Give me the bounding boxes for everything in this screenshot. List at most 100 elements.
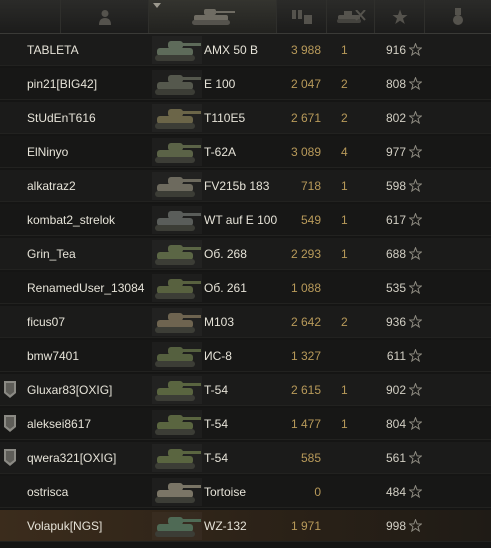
kills-value: 1 — [341, 43, 348, 57]
table-row[interactable]: alkatraz2 FV215b 183 718 1 598 — [0, 170, 491, 202]
player-name[interactable]: ostrisca — [27, 476, 68, 508]
table-row[interactable]: ElNinyo T-62A 3 089 4 977 — [0, 136, 491, 168]
vehicle-name: ИС-8 — [204, 349, 232, 363]
xp-value: 804 — [385, 417, 406, 431]
header-damage-column[interactable] — [276, 0, 326, 33]
vehicle-name: T-54 — [204, 417, 229, 431]
table-row[interactable]: ficus07 M103 2 642 2 936 — [0, 306, 491, 338]
player-name[interactable]: bmw7401 — [27, 340, 79, 372]
player-name[interactable]: Grin_Tea — [27, 238, 76, 270]
xp-value: 902 — [385, 383, 406, 397]
table-row[interactable]: Volapuk[NGS] WZ-132 1 971 998 — [0, 510, 491, 542]
damage-value: 2 293 — [290, 247, 321, 261]
damage-value: 0 — [314, 485, 321, 499]
star-icon — [409, 417, 422, 430]
player-name[interactable]: StUdEnT616 — [27, 102, 96, 134]
vehicle-icon — [155, 109, 201, 129]
damage-value: 2 047 — [290, 77, 321, 91]
player-name[interactable]: Gluxar83[OXIG] — [27, 374, 112, 406]
xp-value: 802 — [385, 111, 406, 125]
vehicle-name: T-62A — [204, 145, 237, 159]
kills-value: 2 — [341, 77, 348, 91]
damage-value: 3 988 — [290, 43, 321, 57]
table-row[interactable]: Grin_Tea Об. 268 2 293 1 688 — [0, 238, 491, 270]
star-icon — [409, 281, 422, 294]
header-vehicle-column[interactable] — [148, 0, 276, 33]
vehicle-icon — [155, 177, 201, 197]
header-player-column[interactable] — [60, 0, 148, 33]
header-xp-column[interactable] — [374, 0, 424, 33]
damage-icon — [291, 9, 312, 24]
player-name[interactable]: ficus07 — [27, 306, 65, 338]
xp-value: 611 — [386, 349, 406, 363]
star-icon — [409, 485, 422, 498]
star-icon — [409, 213, 422, 226]
xp-value: 916 — [385, 43, 406, 57]
vehicle-icon — [155, 483, 201, 503]
player-name[interactable]: kombat2_strelok — [27, 204, 115, 236]
header-medal-column[interactable] — [424, 0, 491, 33]
damage-value: 2 642 — [290, 315, 321, 329]
player-name[interactable]: aleksei8617 — [27, 408, 91, 440]
vehicle-name: WT auf E 100 — [204, 213, 278, 227]
xp-star-icon — [392, 9, 407, 24]
xp-value: 977 — [385, 145, 406, 159]
vehicle-name: FV215b 183 — [204, 179, 270, 193]
xp-value: 936 — [385, 315, 406, 329]
player-name[interactable]: alkatraz2 — [27, 170, 76, 202]
vehicle-name: AMX 50 B — [204, 43, 259, 57]
player-name[interactable]: ElNinyo — [27, 136, 68, 168]
damage-value: 1 327 — [290, 349, 321, 363]
table-row[interactable]: qwera321[OXIG] T-54 585 561 — [0, 442, 491, 474]
header-badge-column[interactable] — [0, 0, 60, 33]
vehicle-name: Об. 268 — [204, 247, 247, 261]
damage-value: 549 — [300, 213, 321, 227]
table-row[interactable]: aleksei8617 T-54 1 477 1 804 — [0, 408, 491, 440]
vehicle-icon — [155, 381, 201, 401]
table-row[interactable]: kombat2_strelok WT auf E 100 549 1 617 — [0, 204, 491, 236]
vehicle-name: M103 — [204, 315, 235, 329]
table-row[interactable]: TABLETA AMX 50 B 3 988 1 916 — [0, 34, 491, 66]
vehicle-icon — [155, 143, 201, 163]
star-icon — [409, 315, 422, 328]
table-row[interactable]: RenamedUser_13084 Об. 261 1 088 535 — [0, 272, 491, 304]
damage-value: 2 671 — [290, 111, 321, 125]
damage-value: 1 477 — [290, 417, 321, 431]
vehicle-name: Tortoise — [204, 485, 247, 499]
clan-badge-icon — [4, 449, 16, 466]
vehicle-name: T110E5 — [204, 111, 246, 125]
table-row[interactable]: Gluxar83[OXIG] T-54 2 615 1 902 — [0, 374, 491, 406]
star-icon — [409, 451, 422, 464]
table-row[interactable]: StUdEnT616 T110E5 2 671 2 802 — [0, 102, 491, 134]
vehicle-name: T-54 — [204, 383, 229, 397]
kills-value: 2 — [341, 111, 348, 125]
vehicle-icon — [155, 449, 201, 469]
kills-value: 1 — [341, 417, 348, 431]
player-name[interactable]: Volapuk[NGS] — [27, 510, 102, 542]
player-name[interactable]: pin21[BIG42] — [27, 68, 97, 100]
damage-value: 3 089 — [290, 145, 321, 159]
vehicle-icon — [155, 347, 201, 367]
vehicle-icon — [155, 279, 201, 299]
table-row[interactable]: bmw7401 ИС-8 1 327 611 — [0, 340, 491, 372]
xp-value: 688 — [385, 247, 406, 261]
kills-value: 1 — [341, 247, 348, 261]
player-name[interactable]: RenamedUser_13084 — [27, 272, 144, 304]
table-row[interactable]: pin21[BIG42] E 100 2 047 2 808 — [0, 68, 491, 100]
damage-value: 1 088 — [290, 281, 321, 295]
medal-icon — [453, 7, 463, 25]
star-icon — [409, 43, 422, 56]
vehicle-icon — [155, 41, 201, 61]
kills-icon — [336, 9, 366, 23]
star-icon — [409, 111, 422, 124]
player-name[interactable]: qwera321[OXIG] — [27, 442, 116, 474]
xp-value: 535 — [385, 281, 406, 295]
damage-value: 718 — [300, 179, 321, 193]
sort-chevron-icon — [153, 3, 161, 8]
player-name[interactable]: TABLETA — [27, 34, 79, 66]
star-icon — [409, 383, 422, 396]
vehicle-name: T-54 — [204, 451, 229, 465]
vehicle-icon — [155, 313, 201, 333]
header-kills-column[interactable] — [326, 0, 374, 33]
table-row[interactable]: ostrisca Tortoise 0 484 — [0, 476, 491, 508]
